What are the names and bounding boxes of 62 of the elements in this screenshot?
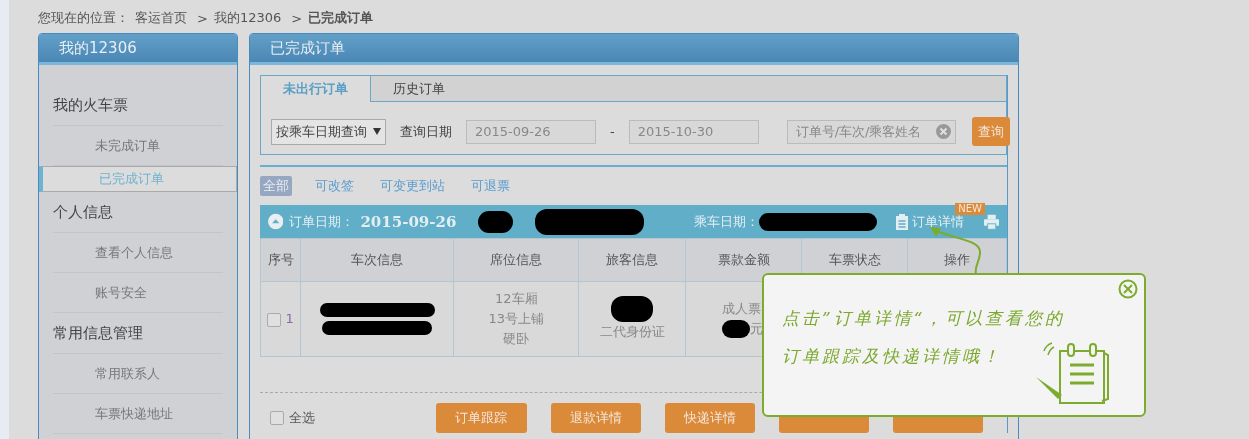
breadcrumb-separator: >: [291, 10, 303, 26]
travel-date-label: 乘车日期：: [693, 212, 759, 231]
tip-text: 订单跟踪及快递详情哦！: [782, 345, 1002, 368]
breadcrumb-separator: >: [197, 10, 208, 26]
order-date: 2015-09-26: [360, 212, 457, 231]
column-header: 席位信息: [453, 238, 579, 282]
filter-link[interactable]: 可改签: [312, 176, 357, 196]
tab[interactable]: 历史订单: [371, 76, 467, 102]
select-all-label: 全选: [289, 409, 315, 427]
sidebar-item[interactable]: 车票快递地址: [53, 394, 223, 434]
row-number: 1: [285, 311, 294, 326]
breadcrumb-link[interactable]: 我的12306: [213, 9, 282, 27]
redaction-mark: [611, 296, 654, 322]
breadcrumb-current: 已完成订单: [308, 9, 374, 27]
new-badge: NEW: [955, 203, 985, 215]
seat-info: 12车厢: [494, 290, 539, 308]
tab[interactable]: 未出行订单: [261, 76, 371, 102]
date-from-field[interactable]: 2015-09-26: [466, 119, 596, 144]
select-all-checkbox[interactable]: [270, 411, 284, 425]
order-date-label: 订单日期：: [289, 212, 355, 231]
filter-link[interactable]: 全部: [260, 176, 292, 196]
action-button[interactable]: 快递详情: [664, 403, 756, 433]
sidebar-title: 我的12306: [39, 34, 237, 65]
date-label: 查询日期: [400, 122, 452, 141]
date-to-field[interactable]: 2015-10-30: [628, 119, 759, 144]
redaction-mark: [478, 210, 513, 233]
filter-link[interactable]: 可变更到站: [377, 176, 448, 196]
filter-link[interactable]: 可退票: [468, 176, 513, 196]
action-button[interactable]: 退款详情: [550, 403, 641, 433]
dropdown-arrow-icon: [373, 128, 381, 135]
sidebar-group-title: 个人信息: [53, 192, 223, 233]
query-mode-dropdown[interactable]: 按乘车日期查询: [271, 118, 386, 145]
row-checkbox[interactable]: [267, 312, 282, 327]
sidebar-item[interactable]: 账号安全: [53, 273, 223, 313]
amount-unit: 元: [750, 320, 764, 338]
query-button[interactable]: 查询: [971, 117, 1010, 146]
clipboard-icon: [894, 213, 909, 230]
column-header: 票款金额: [685, 238, 802, 282]
close-icon[interactable]: [1118, 279, 1138, 299]
tip-text: 点击”订单详情“，可以查看您的: [782, 307, 1066, 330]
sidebar-item[interactable]: 常用联系人: [53, 354, 223, 394]
seat-info: 13号上铺: [487, 310, 546, 328]
id-type: 二代身份证: [598, 323, 666, 341]
action-button[interactable]: 订单跟踪: [436, 403, 527, 433]
printer-icon[interactable]: [983, 213, 999, 230]
breadcrumb-link[interactable]: 客运首页: [135, 9, 187, 27]
order-details-link[interactable]: 订单详情: [894, 212, 964, 231]
sidebar-item[interactable]: 查看个人信息: [53, 233, 223, 273]
column-header: 序号: [260, 238, 301, 282]
date-separator: -: [610, 124, 615, 139]
seat-info: 硬卧: [502, 330, 531, 348]
search-field[interactable]: 订单号/车次/乘客姓名: [786, 119, 956, 144]
redaction-mark: [722, 320, 751, 338]
column-header: 旅客信息: [578, 238, 686, 282]
collapse-icon[interactable]: [268, 213, 284, 230]
ticket-type: 成人票: [722, 301, 762, 316]
sidebar-group-title: 常用信息管理: [53, 313, 223, 354]
breadcrumb-label: 您现在的位置：: [38, 9, 129, 27]
clear-icon: [935, 124, 951, 139]
panel-title: 已完成订单: [250, 34, 1018, 65]
column-header: 车次信息: [300, 238, 454, 282]
sidebar-group-title: 我的火车票: [53, 85, 223, 126]
